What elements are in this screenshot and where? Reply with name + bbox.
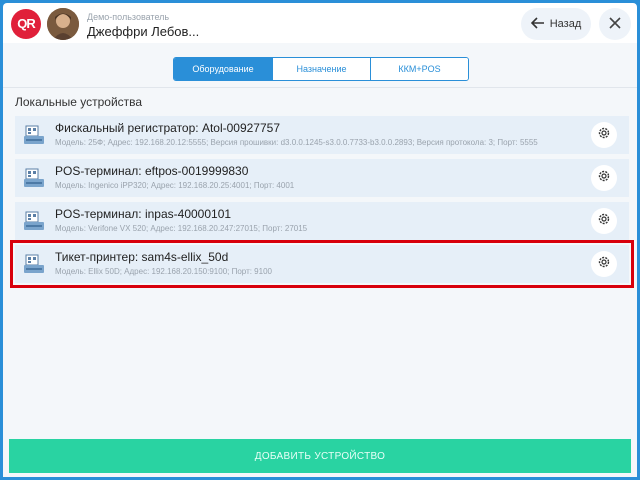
user-role: Демо-пользователь	[87, 12, 170, 22]
device-settings-button[interactable]	[591, 251, 617, 277]
back-button-label: Назад	[549, 18, 582, 30]
device-title: POS-терминал: inpas-40000101	[55, 207, 232, 221]
app-frame: QR Демо-пользователь Джеффри Лебов... На…	[0, 0, 640, 480]
device-settings-button[interactable]	[591, 165, 617, 191]
device-settings-button[interactable]	[591, 122, 617, 148]
device-list: Фискальный регистратор: Atol-00927757 Мо…	[10, 116, 634, 288]
qr-logo: QR	[11, 9, 41, 39]
device-details: Модель: 25Ф; Адрес: 192.168.20.12:5555; …	[55, 138, 538, 147]
gear-icon	[597, 169, 611, 188]
gear-icon	[597, 255, 611, 274]
device-item-fiscal-registrar[interactable]: Фискальный регистратор: Atol-00927757 Мо…	[15, 116, 629, 154]
device-details: Модель: Ellix 50D; Адрес: 192.168.20.150…	[55, 267, 272, 276]
device-item-pos-terminal-eftpos[interactable]: POS-терминал: eftpos-0019999830 Модель: …	[15, 159, 629, 197]
gear-icon	[597, 126, 611, 145]
user-name: Джеффри Лебов...	[87, 24, 200, 39]
device-details: Модель: Verifone VX 520; Адрес: 192.168.…	[55, 224, 308, 233]
device-icon	[23, 253, 45, 275]
device-icon	[23, 210, 45, 232]
avatar	[47, 8, 79, 40]
close-icon	[609, 16, 621, 32]
main-content: Оборудование Назначение ККМ+POS Локальны…	[3, 43, 637, 477]
device-icon	[23, 124, 45, 146]
arrow-left-icon	[530, 16, 545, 32]
tab-equipment[interactable]: Оборудование	[174, 58, 272, 80]
device-settings-button[interactable]	[591, 208, 617, 234]
add-device-button[interactable]: ДОБАВИТЬ УСТРОЙСТВО	[9, 439, 631, 473]
tab-kkm-pos[interactable]: ККМ+POS	[370, 58, 468, 80]
device-details: Модель: Ingenico iPP320; Адрес: 192.168.…	[55, 181, 295, 190]
tabs-bar: Оборудование Назначение ККМ+POS	[3, 48, 637, 88]
device-icon	[23, 167, 45, 189]
device-title: Тикет-принтер: sam4s-ellix_50d	[55, 250, 229, 264]
section-title: Локальные устройства	[15, 95, 143, 109]
back-button[interactable]: Назад	[521, 8, 591, 40]
close-button[interactable]	[599, 8, 631, 40]
tab-group: Оборудование Назначение ККМ+POS	[173, 57, 469, 81]
device-item-ticket-printer[interactable]: Тикет-принтер: sam4s-ellix_50d Модель: E…	[10, 240, 634, 288]
device-item-pos-terminal-inpas[interactable]: POS-терминал: inpas-40000101 Модель: Ver…	[15, 202, 629, 240]
tab-assignment[interactable]: Назначение	[272, 58, 370, 80]
device-title: Фискальный регистратор: Atol-00927757	[55, 121, 281, 135]
gear-icon	[597, 212, 611, 231]
app-header: QR Демо-пользователь Джеффри Лебов... На…	[3, 3, 637, 43]
device-title: POS-терминал: eftpos-0019999830	[55, 164, 249, 178]
